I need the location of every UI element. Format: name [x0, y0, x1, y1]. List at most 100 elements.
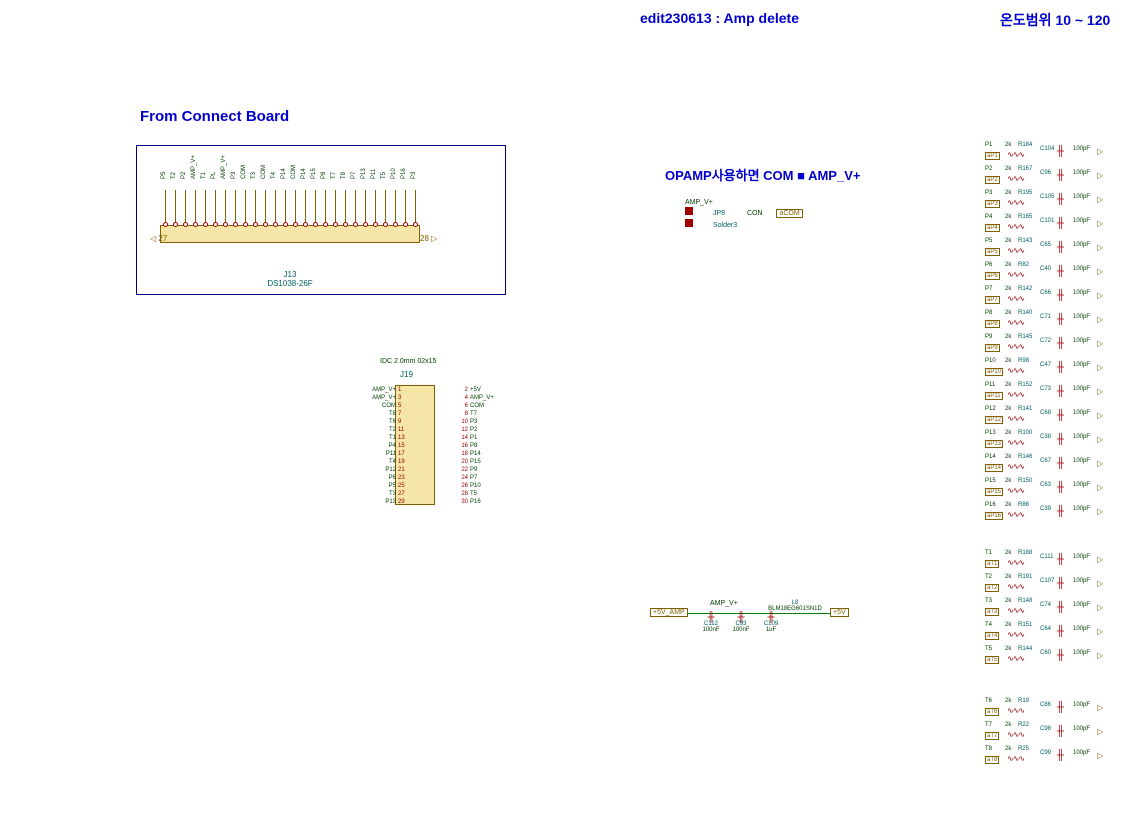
rc-filter-row: P14aP142kR146∿∿∿C67╫100pF▷: [985, 454, 1115, 478]
conn-pin-label: P3: [231, 172, 237, 179]
conn-pin-label: COM: [291, 165, 297, 179]
conn-pin: [233, 222, 238, 227]
conn-pin: [253, 222, 258, 227]
conn-pin-label: P14: [281, 168, 287, 179]
rc-filter-row: T2aT22kR191∿∿∿C107╫100pF▷: [985, 574, 1115, 598]
conn-pin-label: P10: [391, 168, 397, 179]
conn-pin-label: T7: [331, 172, 337, 179]
conn-pin: [393, 222, 398, 227]
conn-pin-label: AMP_V+: [191, 155, 197, 179]
conn-pin: [213, 222, 218, 227]
connector-pins: P5T2P2AMP_V+T1PLAMP_V+P3COMT3COMT4P14COM…: [160, 225, 420, 245]
decoupling-cap: ╫C1091uF: [760, 615, 782, 633]
rc-filter-row: P6aP62kR82∿∿∿C40╫100pF▷: [985, 262, 1115, 286]
conn-pin: [363, 222, 368, 227]
conn-pin-label: T8: [341, 172, 347, 179]
conn-pin: [413, 222, 418, 227]
conn-pin-label: P7: [351, 172, 357, 179]
idc-row: COM56COM: [368, 403, 498, 411]
decoupling-cap: ╫C93100nF: [730, 615, 752, 633]
rc-filter-row: P9aP92kR145∿∿∿C72╫100pF▷: [985, 334, 1115, 358]
rc-filter-row: P3aP32kR195∿∿∿C105╫100pF▷: [985, 190, 1115, 214]
idc-row: P122122P9: [368, 467, 498, 475]
conn-pin-label: PL: [211, 172, 217, 179]
idc-row: T878T7: [368, 411, 498, 419]
header-right: 온도범위 10 ~ 120: [1000, 10, 1110, 30]
conn-pin: [323, 222, 328, 227]
conn-pin-label: T2: [171, 172, 177, 179]
conn-pin: [273, 222, 278, 227]
opamp-note: OPAMP사용하면 COM ■ AMP_V+: [665, 165, 860, 184]
rc-filter-row: P11aP112kR152∿∿∿C73╫100pF▷: [985, 382, 1115, 406]
conn-pin: [403, 222, 408, 227]
idc-row: T21112P2: [368, 427, 498, 435]
idc-row: T32728T5: [368, 491, 498, 499]
idc-row: P41516P8: [368, 443, 498, 451]
header-center: edit230613 : Amp delete: [640, 10, 799, 26]
idc-row: T11314P1: [368, 435, 498, 443]
rc-filter-row: P2aP22kR167∿∿∿C96╫100pF▷: [985, 166, 1115, 190]
conn-pin: [183, 222, 188, 227]
conn-pin: [383, 222, 388, 227]
rc-filter-row: P15aP152kR150∿∿∿C63╫100pF▷: [985, 478, 1115, 502]
conn-pin-label: AMP_V+: [221, 155, 227, 179]
conn-pin-label: P16: [401, 168, 407, 179]
conn-pin-label: P5: [161, 172, 167, 179]
rc-filter-row: T3aT32kR148∿∿∿C74╫100pF▷: [985, 598, 1115, 622]
rc-filter-row: T8aT82kR25∿∿∿C99╫100pF▷: [985, 746, 1115, 770]
idc-row: T41920P15: [368, 459, 498, 467]
conn-pin-label: T3: [251, 172, 257, 179]
conn-pin: [243, 222, 248, 227]
conn-pin-label: T5: [381, 172, 387, 179]
rc-filter-row: P12aP122kR141∿∿∿C68╫100pF▷: [985, 406, 1115, 430]
conn-pin: [203, 222, 208, 227]
idc-row: AMP_V+12+5V: [368, 387, 498, 395]
rc-filter-row: P4aP42kR165∿∿∿C101╫100pF▷: [985, 214, 1115, 238]
idc-row: T6910P3: [368, 419, 498, 427]
conn-pin: [303, 222, 308, 227]
conn-pin-label: T4: [271, 172, 277, 179]
conn-pin: [193, 222, 198, 227]
conn-pin-label: P8: [321, 172, 327, 179]
idc-ref: J19: [400, 370, 413, 379]
idc-row: P111718P14: [368, 451, 498, 459]
rc-filter-row: P8aP82kR140∿∿∿C71╫100pF▷: [985, 310, 1115, 334]
conn-pin: [173, 222, 178, 227]
conn-pin-label: COM: [261, 165, 267, 179]
conn-pin-label: T1: [201, 172, 207, 179]
conn-pin: [313, 222, 318, 227]
rc-filter-row: P10aP102kR98∿∿∿C47╫100pF▷: [985, 358, 1115, 382]
conn-pin-label: COM: [241, 165, 247, 179]
rc-filter-row: T6aT62kR19∿∿∿C86╫100pF▷: [985, 698, 1115, 722]
conn-pin-label: P2: [181, 172, 187, 179]
conn-pin-label: P15: [311, 168, 317, 179]
conn-pin-label: P14: [301, 168, 307, 179]
jumper-block: AMP_V+ JP8 CON aCOM Solder3: [685, 198, 803, 230]
conn-pin: [293, 222, 298, 227]
conn-pin: [223, 222, 228, 227]
rc-filter-row: P7aP72kR142∿∿∿C66╫100pF▷: [985, 286, 1115, 310]
idc-row: P52526P10: [368, 483, 498, 491]
conn-pin: [343, 222, 348, 227]
rc-filter-row: P13aP132kR100∿∿∿C38╫100pF▷: [985, 430, 1115, 454]
conn-pin-label: P13: [361, 168, 367, 179]
idc-row: AMP_V+34AMP_V+: [368, 395, 498, 403]
idc-row: P132930P16: [368, 499, 498, 507]
rc-filter-row: T4aT42kR151∿∿∿C64╫100pF▷: [985, 622, 1115, 646]
rc-filter-row: T5aT52kR144∿∿∿C60╫100pF▷: [985, 646, 1115, 670]
conn-pin: [163, 222, 168, 227]
rc-filter-row: P5aP52kR143∿∿∿C65╫100pF▷: [985, 238, 1115, 262]
conn-pin: [333, 222, 338, 227]
rc-filter-row: T1aT12kR188∿∿∿C111╫100pF▷: [985, 550, 1115, 574]
conn-pin: [263, 222, 268, 227]
idc-row: P62324P7: [368, 475, 498, 483]
conn-pin: [283, 222, 288, 227]
idc-title: IDC 2.0mm 02x15: [380, 358, 436, 365]
section-title: From Connect Board: [140, 108, 289, 125]
rc-filter-row: P1aP12kR184∿∿∿C104╫100pF▷: [985, 142, 1115, 166]
conn-right-arrow: 28 ▷: [420, 234, 437, 243]
decoupling-cap: ╫C112100nF: [700, 615, 722, 633]
rc-filter-row: P16aP162kR86∿∿∿C39╫100pF▷: [985, 502, 1115, 526]
connector-ref: J13 DS1038-26F: [250, 270, 330, 288]
rc-filter-row: T7aT72kR22∿∿∿C98╫100pF▷: [985, 722, 1115, 746]
